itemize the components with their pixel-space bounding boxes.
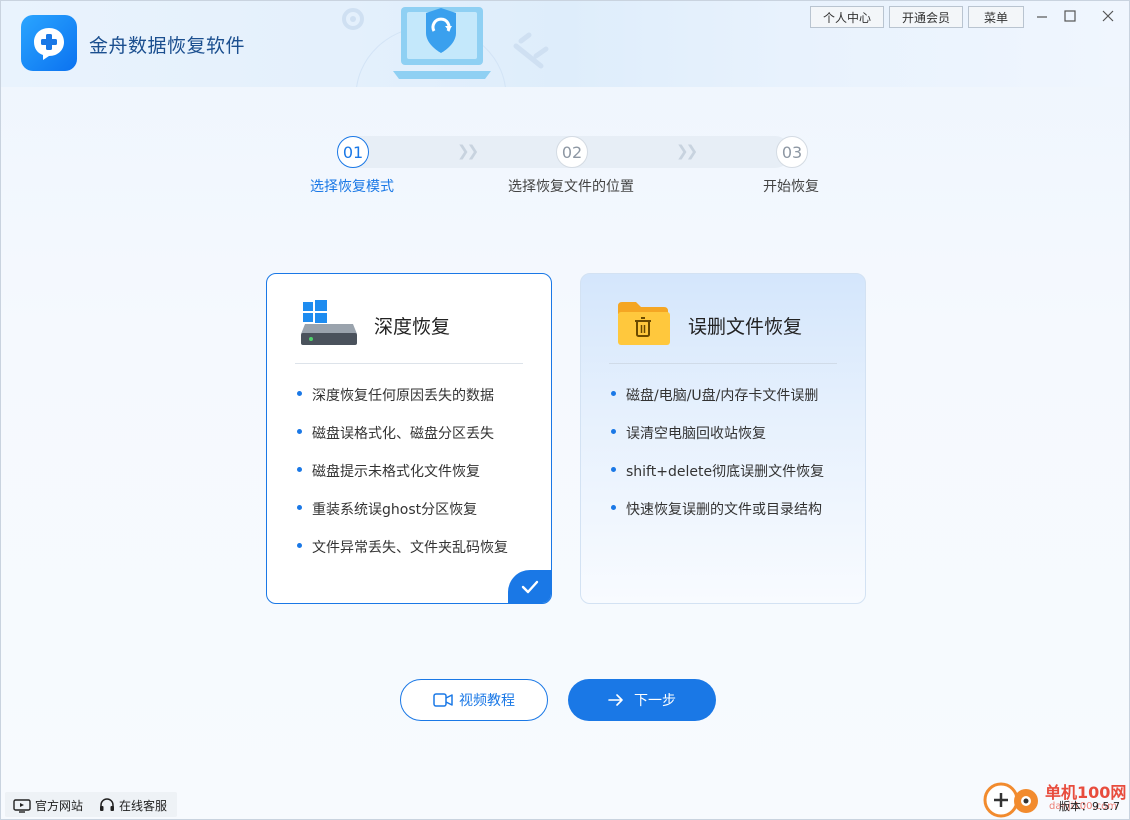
feature-item: 磁盘/电脑/U盘/内存卡文件误删 <box>626 388 819 404</box>
bullet-icon <box>297 429 302 434</box>
bullet-icon <box>611 429 616 434</box>
menu-button[interactable]: 菜单 <box>968 6 1024 28</box>
hard-drive-icon <box>301 300 357 345</box>
bullet-icon <box>297 543 302 548</box>
feature-item: 文件异常丢失、文件夹乱码恢复 <box>312 540 508 556</box>
step-3-label: 开始恢复 <box>763 179 819 195</box>
bullet-icon <box>611 505 616 510</box>
step-2-label: 选择恢复文件的位置 <box>508 179 634 195</box>
next-step-button[interactable]: 下一步 <box>568 679 716 721</box>
vip-button[interactable]: 开通会员 <box>889 6 963 28</box>
step-3-circle: 03 <box>776 136 808 168</box>
card-divider <box>295 363 523 364</box>
video-tutorial-label: 视频教程 <box>459 693 515 709</box>
online-support-link[interactable]: 在线客服 <box>99 797 167 814</box>
monitor-icon <box>13 798 31 813</box>
close-icon <box>1102 10 1114 22</box>
app-logo <box>21 15 77 71</box>
step-arrow-icon: ❯❯ <box>676 142 698 160</box>
feature-item: 快速恢复误删的文件或目录结构 <box>626 502 822 518</box>
selected-checkmark <box>508 570 551 603</box>
personal-center-button[interactable]: 个人中心 <box>810 6 884 28</box>
step-1-circle: 01 <box>337 136 369 168</box>
bullet-icon <box>611 467 616 472</box>
header-bar: 金舟数据恢复软件 个人中心 开通会员 菜单 <box>1 1 1129 87</box>
step-1-label: 选择恢复模式 <box>310 179 394 195</box>
feature-item: 误清空电脑回收站恢复 <box>626 426 766 442</box>
feature-item: 重装系统误ghost分区恢复 <box>312 502 478 518</box>
video-camera-icon <box>433 693 453 707</box>
app-title: 金舟数据恢复软件 <box>89 35 246 57</box>
folder-trash-icon <box>618 302 670 345</box>
arrow-right-icon <box>608 694 623 706</box>
official-website-label: 官方网站 <box>35 799 84 813</box>
card-divider <box>609 363 837 364</box>
feature-item: 磁盘提示未格式化文件恢复 <box>312 464 480 480</box>
close-button[interactable] <box>1097 5 1119 27</box>
online-support-label: 在线客服 <box>119 799 168 813</box>
maximize-icon <box>1064 10 1076 22</box>
headset-icon <box>100 798 114 811</box>
deep-recovery-title: 深度恢复 <box>374 316 451 338</box>
bullet-icon <box>297 467 302 472</box>
feature-item: 深度恢复任何原因丢失的数据 <box>312 388 494 404</box>
bullet-icon <box>611 391 616 396</box>
next-step-label: 下一步 <box>634 693 676 709</box>
bullet-icon <box>297 391 302 396</box>
official-website-link[interactable]: 官方网站 <box>13 797 83 814</box>
maximize-button[interactable] <box>1059 5 1081 27</box>
check-icon <box>521 580 539 594</box>
feature-item: 磁盘误格式化、磁盘分区丢失 <box>312 426 494 442</box>
version-label: 版本：9.5.7 <box>1059 800 1120 813</box>
step-arrow-icon: ❯❯ <box>457 142 479 160</box>
deep-recovery-card[interactable]: 深度恢复 深度恢复任何原因丢失的数据 磁盘误格式化、磁盘分区丢失 磁盘提示未格式… <box>266 273 552 604</box>
deleted-file-recovery-title: 误删文件恢复 <box>688 316 803 338</box>
app-window: 金舟数据恢复软件 个人中心 开通会员 菜单 01 ❯❯ 02 ❯❯ 03 选择恢… <box>0 0 1130 820</box>
feature-item: shift+delete彻底误删文件恢复 <box>626 464 825 480</box>
video-tutorial-button[interactable]: 视频教程 <box>400 679 548 721</box>
minimize-button[interactable] <box>1031 5 1053 27</box>
minimize-icon <box>1037 16 1047 18</box>
bullet-icon <box>297 505 302 510</box>
step-2-circle: 02 <box>556 136 588 168</box>
deleted-file-recovery-card[interactable]: 误删文件恢复 磁盘/电脑/U盘/内存卡文件误删 误清空电脑回收站恢复 shift… <box>580 273 866 604</box>
hero-illustration <box>342 7 549 87</box>
